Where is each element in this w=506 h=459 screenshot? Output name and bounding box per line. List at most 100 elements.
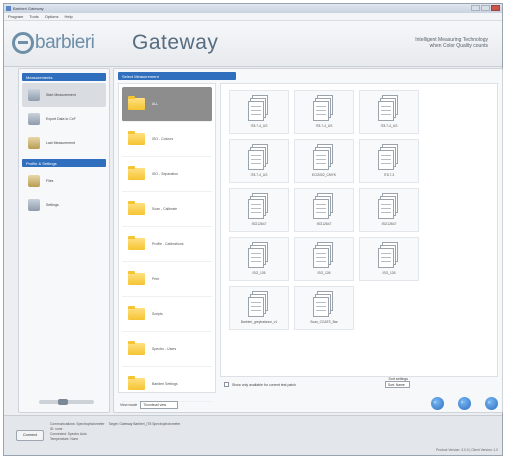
folder-item[interactable]: Print — [122, 262, 212, 297]
menu-help[interactable]: Help — [64, 14, 72, 19]
file-name: ISO12647 — [316, 222, 332, 226]
app-window: Barbieri Gateway Program Tools Options H… — [3, 3, 503, 456]
file-item[interactable]: IT8.7-4_US — [229, 90, 289, 134]
main-panel: Select Measurement ALL ISO - Colours ISO… — [113, 68, 503, 413]
file-item[interactable]: Scan_CGATS_Bar — [294, 286, 354, 330]
file-item[interactable]: IT8.7-3 — [359, 139, 419, 183]
measurement-file-grid: IT8.7-4_US IT8.7-4_US IT8.7-4_US IT8.7-4… — [220, 83, 498, 377]
navigation-buttons: ‹ › › — [431, 397, 498, 410]
sidebar-item-start-measurement[interactable]: Start Measurement — [22, 83, 106, 107]
slider-handle[interactable] — [58, 399, 68, 405]
view-mode-label: View mode — [120, 403, 138, 407]
folder-icon — [128, 341, 145, 355]
file-item[interactable]: Barbieri_greybalance_v1 — [229, 286, 289, 330]
device-info: Communications: Spectrophotometer Target:… — [50, 422, 180, 442]
folder-label: Scan - Calibrate — [152, 207, 178, 211]
document-icon — [313, 242, 335, 268]
folder-icon — [128, 166, 145, 180]
file-name: ISO_126 — [252, 271, 266, 275]
file-name: IT8.7-4_US — [380, 124, 398, 128]
document-icon — [378, 193, 400, 219]
sidebar-item-label: Start Measurement — [46, 93, 76, 97]
title-bar: Barbieri Gateway — [4, 4, 502, 13]
folder-item[interactable]: ALL — [122, 87, 212, 122]
folder-label: Print — [152, 277, 160, 281]
file-name: ISO12647 — [381, 222, 397, 226]
folder-label: Profile - Calibrations — [152, 242, 184, 246]
document-icon — [313, 144, 335, 170]
sidebar-item-label: Settings — [46, 203, 59, 207]
file-item[interactable]: IT8.7-4_US — [294, 90, 354, 134]
zoom-slider[interactable] — [39, 399, 94, 405]
folder-list: ALL ISO - Colours ISO - Separation Scan … — [118, 83, 216, 402]
menu-bar: Program Tools Options Help — [4, 13, 502, 21]
product-name: Gateway — [132, 31, 219, 54]
brand-name: barbieri — [35, 32, 95, 53]
folder-item[interactable]: ISO - Separation — [122, 157, 212, 192]
file-name: ISO12647 — [251, 222, 267, 226]
folder-item[interactable]: Scripts — [122, 297, 212, 332]
maximize-button[interactable] — [481, 5, 490, 11]
tab-select-measurement[interactable]: Select Measurement — [118, 72, 236, 80]
folder-label: Spectro - Users — [152, 347, 177, 351]
file-item[interactable]: ISO12647 — [229, 188, 289, 232]
close-button[interactable] — [491, 5, 500, 11]
sidebar: Measurements Start Measurement Export Da… — [18, 68, 110, 413]
sidebar-item-files[interactable]: Files — [22, 169, 106, 193]
minimize-button[interactable] — [471, 5, 480, 11]
file-name: IT8.7-4_US — [250, 173, 268, 177]
file-item[interactable]: ECI2002_CMYK — [294, 139, 354, 183]
file-item[interactable]: ISO12647 — [359, 188, 419, 232]
folder-item[interactable]: Spectro - Users — [122, 332, 212, 367]
file-name: ISO_126 — [382, 271, 396, 275]
export-icon — [28, 113, 40, 125]
folder-label: ALL — [152, 102, 159, 106]
file-name: Barbieri_greybalance_v1 — [240, 320, 278, 324]
show-filter-label: Show only available for current test pat… — [232, 382, 297, 387]
file-item[interactable]: ISO_126 — [229, 237, 289, 281]
file-item[interactable]: ISO_126 — [359, 237, 419, 281]
back-button[interactable]: ‹ — [431, 397, 444, 410]
document-icon — [248, 144, 270, 170]
view-mode-select[interactable]: Thumbnail view — [140, 401, 179, 409]
file-name: IT8.7-3 — [383, 173, 395, 177]
folder-label: ISO - Separation — [152, 172, 179, 176]
info-text: Temperature: None — [50, 437, 79, 441]
menu-options[interactable]: Options — [45, 14, 59, 19]
arrow-right-icon: › — [461, 400, 463, 406]
run-button[interactable]: › — [485, 397, 498, 410]
folder-icon — [128, 96, 145, 110]
sidebar-item-last-measurement[interactable]: Last Measurement — [22, 131, 106, 155]
file-item[interactable]: ISO_126 — [294, 237, 354, 281]
folder-icon — [128, 306, 145, 320]
forward-button[interactable]: › — [458, 397, 471, 410]
list-icon — [28, 137, 40, 149]
sidebar-item-export[interactable]: Export Data to CxF — [22, 107, 106, 131]
menu-tools[interactable]: Tools — [29, 14, 38, 19]
file-item[interactable]: IT8.7-4_US — [229, 139, 289, 183]
sort-select[interactable]: Sort: Name — [385, 381, 410, 388]
show-filter: Show only available for current test pat… — [224, 382, 296, 387]
sidebar-item-settings[interactable]: Settings — [22, 193, 106, 217]
file-item[interactable]: ISO12647 — [294, 188, 354, 232]
sidebar-item-label: Files — [46, 179, 54, 183]
folder-item[interactable]: Profile - Calibrations — [122, 227, 212, 262]
document-icon — [248, 291, 270, 317]
folder-item[interactable]: ISO - Colours — [122, 122, 212, 157]
folder-label: Scripts — [152, 312, 163, 316]
folder-item[interactable]: Barbieri Settings — [122, 367, 212, 402]
sidebar-section-measurements: Measurements — [22, 73, 106, 81]
show-filter-checkbox[interactable] — [224, 382, 229, 387]
menu-program[interactable]: Program — [8, 14, 23, 19]
document-icon — [378, 95, 400, 121]
file-name: ISO_126 — [317, 271, 331, 275]
tagline-line-2: when Color Quality counts — [429, 43, 488, 49]
sidebar-item-label: Export Data to CxF — [46, 117, 76, 121]
folder-icon — [128, 131, 145, 145]
document-icon — [378, 144, 400, 170]
connect-button[interactable]: Connect — [16, 430, 44, 441]
view-mode: View mode Thumbnail view — [120, 401, 179, 409]
folder-icon — [128, 201, 145, 215]
folder-item[interactable]: Scan - Calibrate — [122, 192, 212, 227]
file-item[interactable]: IT8.7-4_US — [359, 90, 419, 134]
